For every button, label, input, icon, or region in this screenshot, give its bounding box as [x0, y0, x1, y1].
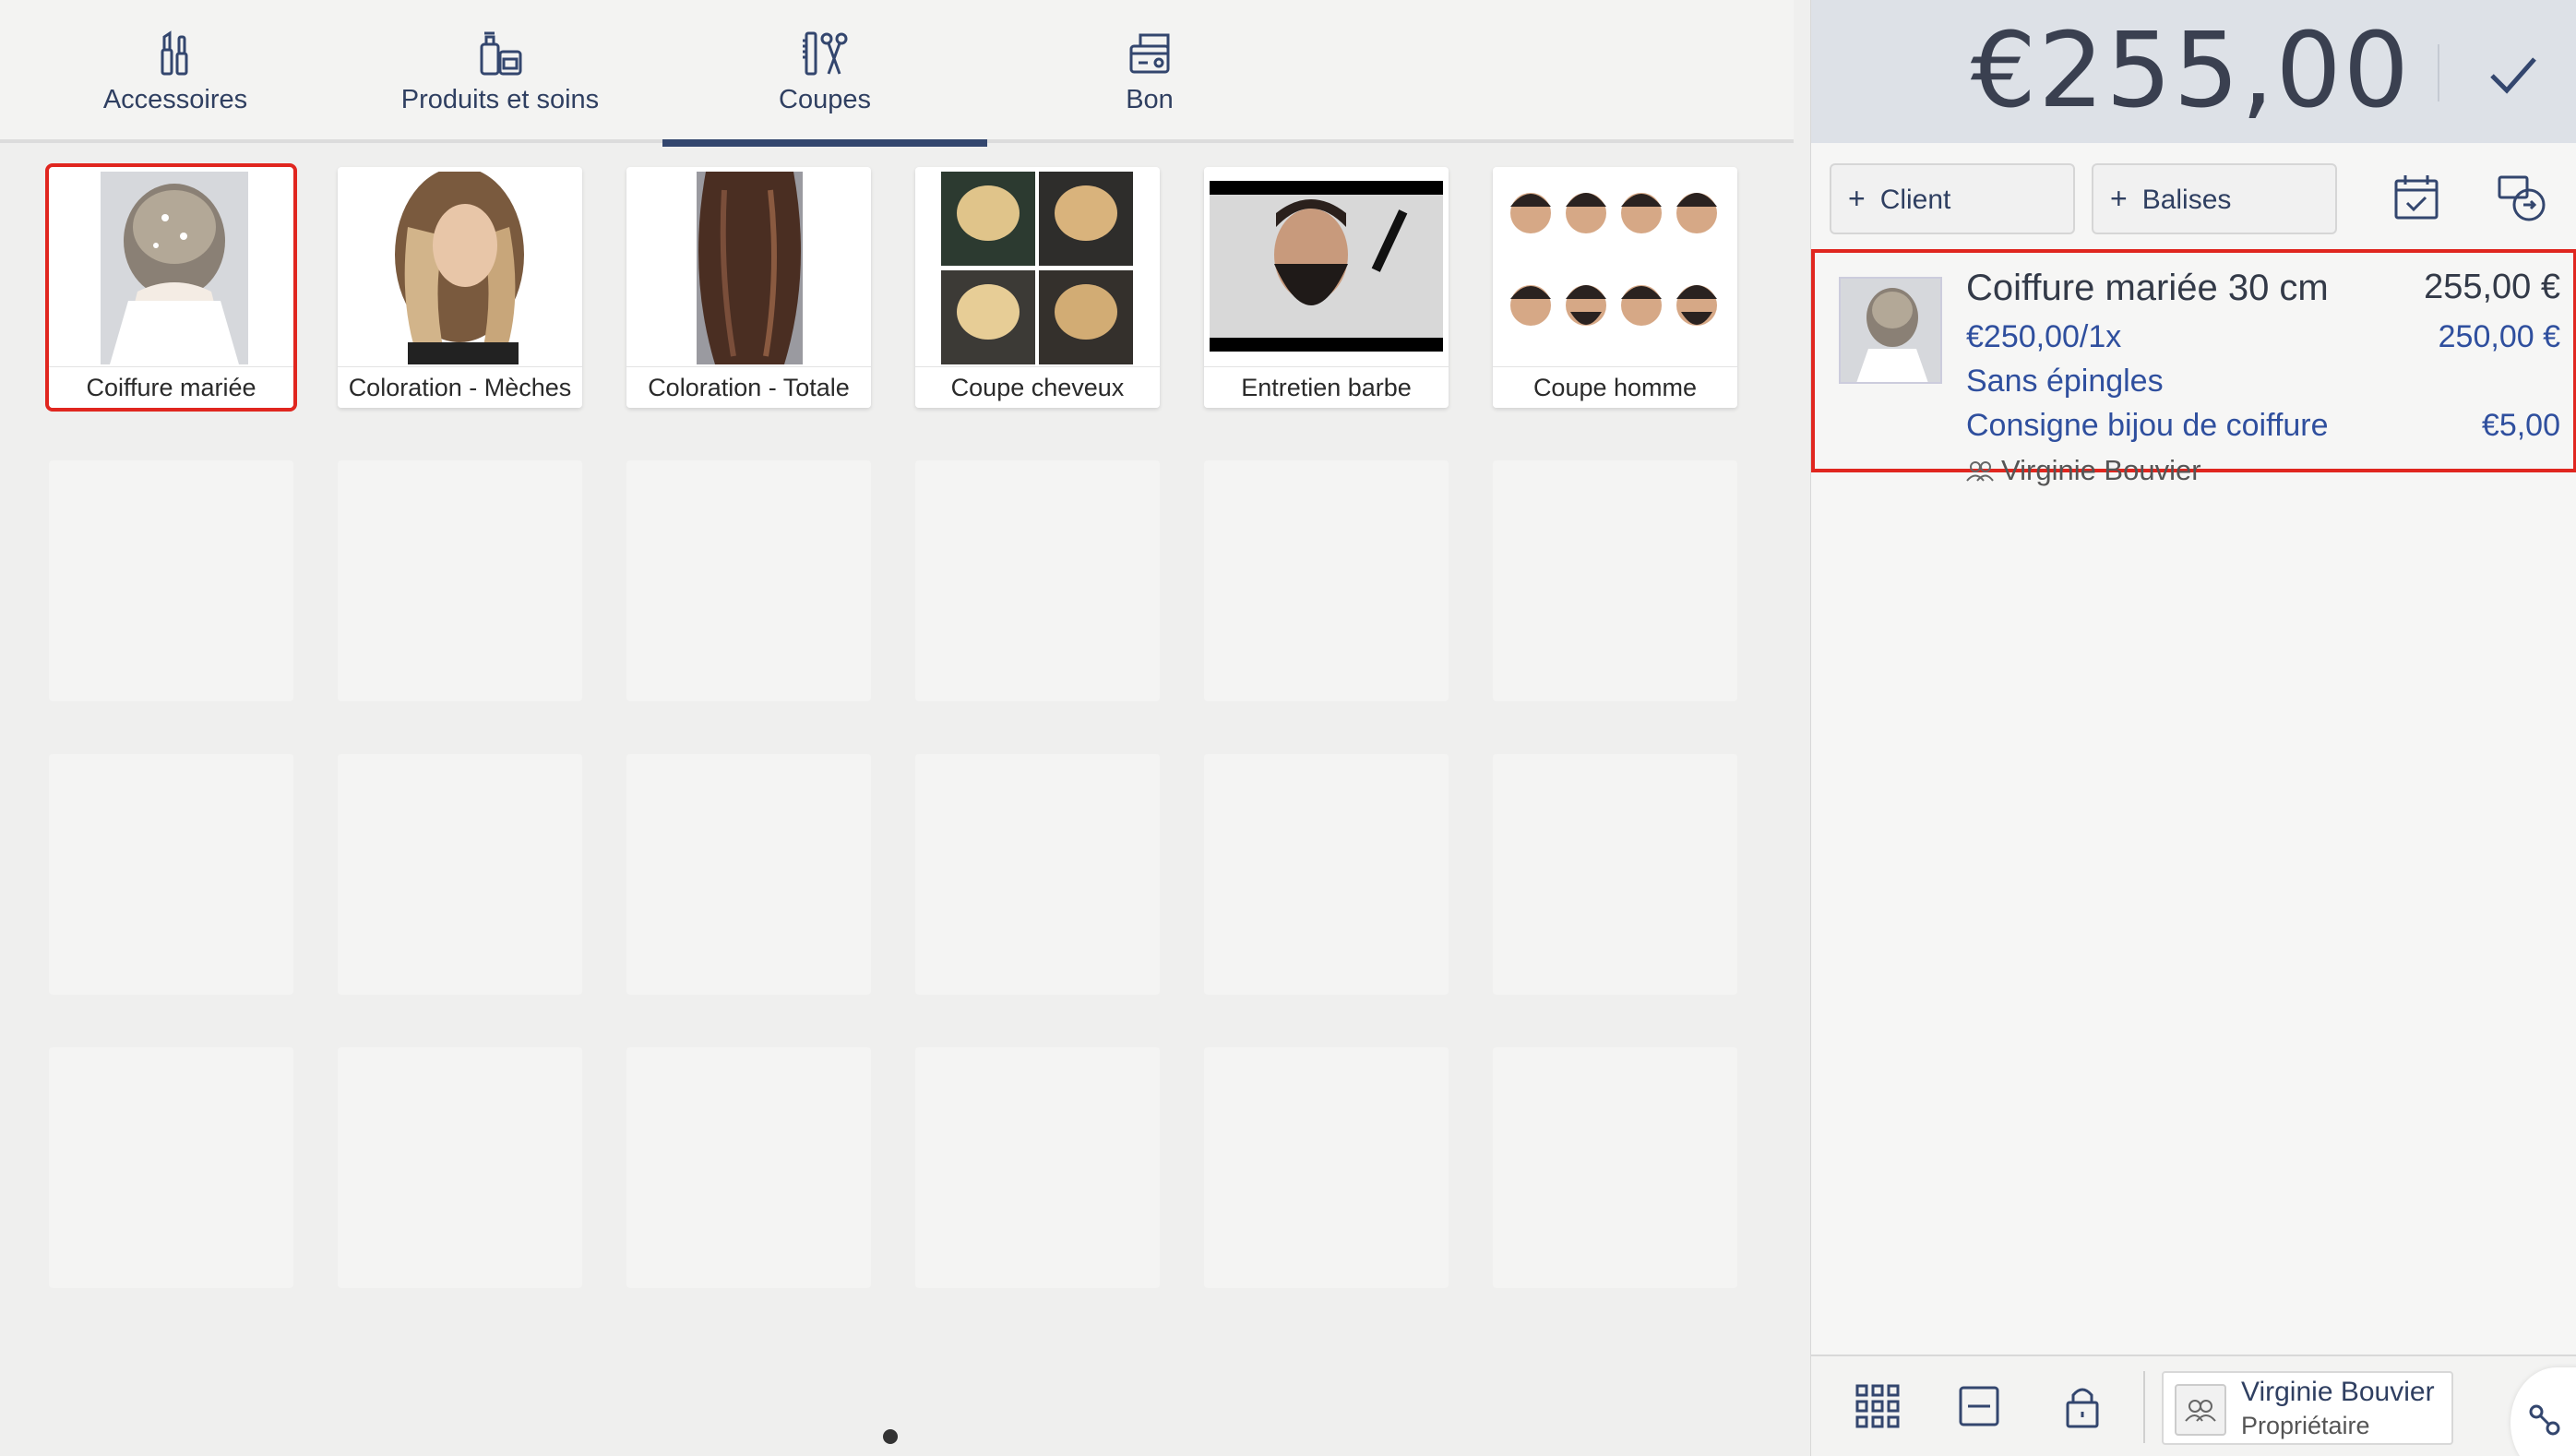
- product-label: Coloration - Totale: [626, 366, 871, 408]
- product-label: Coupe homme: [1493, 366, 1737, 408]
- empty-slot[interactable]: [1204, 460, 1449, 701]
- user-name: Virginie Bouvier: [2241, 1377, 2435, 1407]
- bottles-icon: [474, 28, 526, 79]
- tab-accessoires[interactable]: Accessoires: [13, 0, 338, 143]
- empty-slot[interactable]: [915, 460, 1160, 701]
- empty-slot[interactable]: [1204, 1047, 1449, 1288]
- lock-icon[interactable]: [2053, 1377, 2112, 1436]
- product-coloration-meches[interactable]: Coloration - Mèches: [338, 167, 582, 408]
- short-blonde-cuts-collage: [921, 172, 1154, 364]
- bridal-hairstyle-photo: [54, 172, 288, 364]
- empty-slot[interactable]: [626, 460, 871, 701]
- product-coupe-cheveux[interactable]: Coupe cheveux: [915, 167, 1160, 408]
- empty-slot[interactable]: [49, 754, 293, 995]
- plus-icon: +: [1848, 182, 1866, 215]
- add-client-button[interactable]: + Client: [1830, 163, 2075, 234]
- cart-panel: €255,00 + Client + Balises Coiffure mariée: [1810, 0, 2576, 1456]
- bridal-hairstyle-thumbnail: [1839, 277, 1942, 384]
- avatar: [2175, 1384, 2226, 1436]
- link-icon: [2529, 1404, 2560, 1436]
- empty-slot[interactable]: [338, 460, 582, 701]
- minus-square-icon[interactable]: [1950, 1377, 2009, 1436]
- empty-slot[interactable]: [915, 1047, 1160, 1288]
- grid-icon[interactable]: [1848, 1377, 1907, 1436]
- product-label: Entretien barbe: [1204, 366, 1449, 408]
- connection-button[interactable]: [2510, 1367, 2576, 1456]
- divider: [2143, 1371, 2145, 1443]
- tab-label: Accessoires: [102, 85, 248, 114]
- line-item-option: Consigne bijou de coiffure: [1966, 408, 2329, 443]
- product-panel: Accessoires Produits et soins Coupes Bon…: [0, 0, 1794, 1456]
- total-bar: €255,00: [1811, 0, 2576, 143]
- cart-line-item[interactable]: Coiffure mariée 30 cm 255,00 € €250,00/1…: [1811, 249, 2576, 486]
- voucher-icon: [1124, 28, 1175, 79]
- product-coiffure-mariee[interactable]: Coiffure mariée: [45, 163, 297, 412]
- empty-slot[interactable]: [1493, 1047, 1737, 1288]
- empty-slot[interactable]: [1204, 754, 1449, 995]
- line-item-name: Coiffure mariée 30 cm: [1966, 268, 2329, 308]
- current-user-card[interactable]: Virginie Bouvier Propriétaire: [2162, 1371, 2453, 1445]
- line-item-unit-total: 250,00 €: [2438, 319, 2560, 354]
- add-client-label: Client: [1879, 185, 1951, 215]
- empty-slot[interactable]: [338, 1047, 582, 1288]
- product-label: Coloration - Mèches: [338, 366, 582, 408]
- add-tags-label: Balises: [2141, 185, 2232, 215]
- cart-footer: Virginie Bouvier Propriétaire: [1811, 1355, 2576, 1456]
- product-label: Coiffure mariée: [49, 366, 293, 408]
- empty-slot[interactable]: [626, 1047, 871, 1288]
- line-item-price: 255,00 €: [2424, 268, 2560, 306]
- brown-long-hair-photo: [632, 172, 865, 364]
- product-label: Coupe cheveux: [915, 366, 1160, 408]
- product-coloration-totale[interactable]: Coloration - Totale: [626, 167, 871, 408]
- checkmark-icon[interactable]: [2475, 37, 2549, 111]
- user-role: Propriétaire: [2241, 1412, 2370, 1439]
- empty-slot[interactable]: [1493, 460, 1737, 701]
- tab-label: Coupes: [779, 85, 871, 114]
- mens-haircuts-collage: [1498, 172, 1732, 364]
- product-entretien-barbe[interactable]: Entretien barbe: [1204, 167, 1449, 408]
- product-coupe-homme[interactable]: Coupe homme: [1493, 167, 1737, 408]
- line-item-option: Sans épingles: [1966, 364, 2164, 399]
- line-item-staff: Virginie Bouvier: [1966, 454, 2201, 487]
- empty-slot[interactable]: [626, 754, 871, 995]
- plus-icon: +: [2110, 182, 2128, 215]
- tab-bon[interactable]: Bon: [987, 0, 1312, 143]
- staff-icon: [1966, 456, 1994, 482]
- page-indicator-dot[interactable]: [883, 1429, 898, 1444]
- calendar-check-icon[interactable]: [2389, 170, 2444, 225]
- empty-slot[interactable]: [1493, 754, 1737, 995]
- cosmetics-icon: [149, 28, 201, 79]
- bearded-man-comb-photo: [1210, 172, 1443, 364]
- empty-slot[interactable]: [915, 754, 1160, 995]
- divider: [2438, 44, 2439, 101]
- tab-label: Bon: [1126, 85, 1174, 114]
- cart-total: €255,00: [1970, 11, 2411, 131]
- line-item-staff-name: Virginie Bouvier: [2001, 454, 2201, 486]
- transfer-icon[interactable]: [2494, 170, 2549, 225]
- balayage-hair-photo: [343, 172, 577, 364]
- category-tabbar: Accessoires Produits et soins Coupes Bon: [0, 0, 1794, 147]
- tab-coupes[interactable]: Coupes: [662, 0, 987, 147]
- empty-slot[interactable]: [49, 460, 293, 701]
- tab-label: Produits et soins: [400, 85, 600, 114]
- comb-scissors-icon: [799, 28, 851, 79]
- line-item-option-price: €5,00: [2481, 408, 2560, 443]
- add-tags-button[interactable]: + Balises: [2092, 163, 2337, 234]
- line-item-unit-price: €250,00/1x: [1966, 319, 2122, 354]
- empty-slot[interactable]: [49, 1047, 293, 1288]
- tab-produits-et-soins[interactable]: Produits et soins: [338, 0, 662, 143]
- empty-slot[interactable]: [338, 754, 582, 995]
